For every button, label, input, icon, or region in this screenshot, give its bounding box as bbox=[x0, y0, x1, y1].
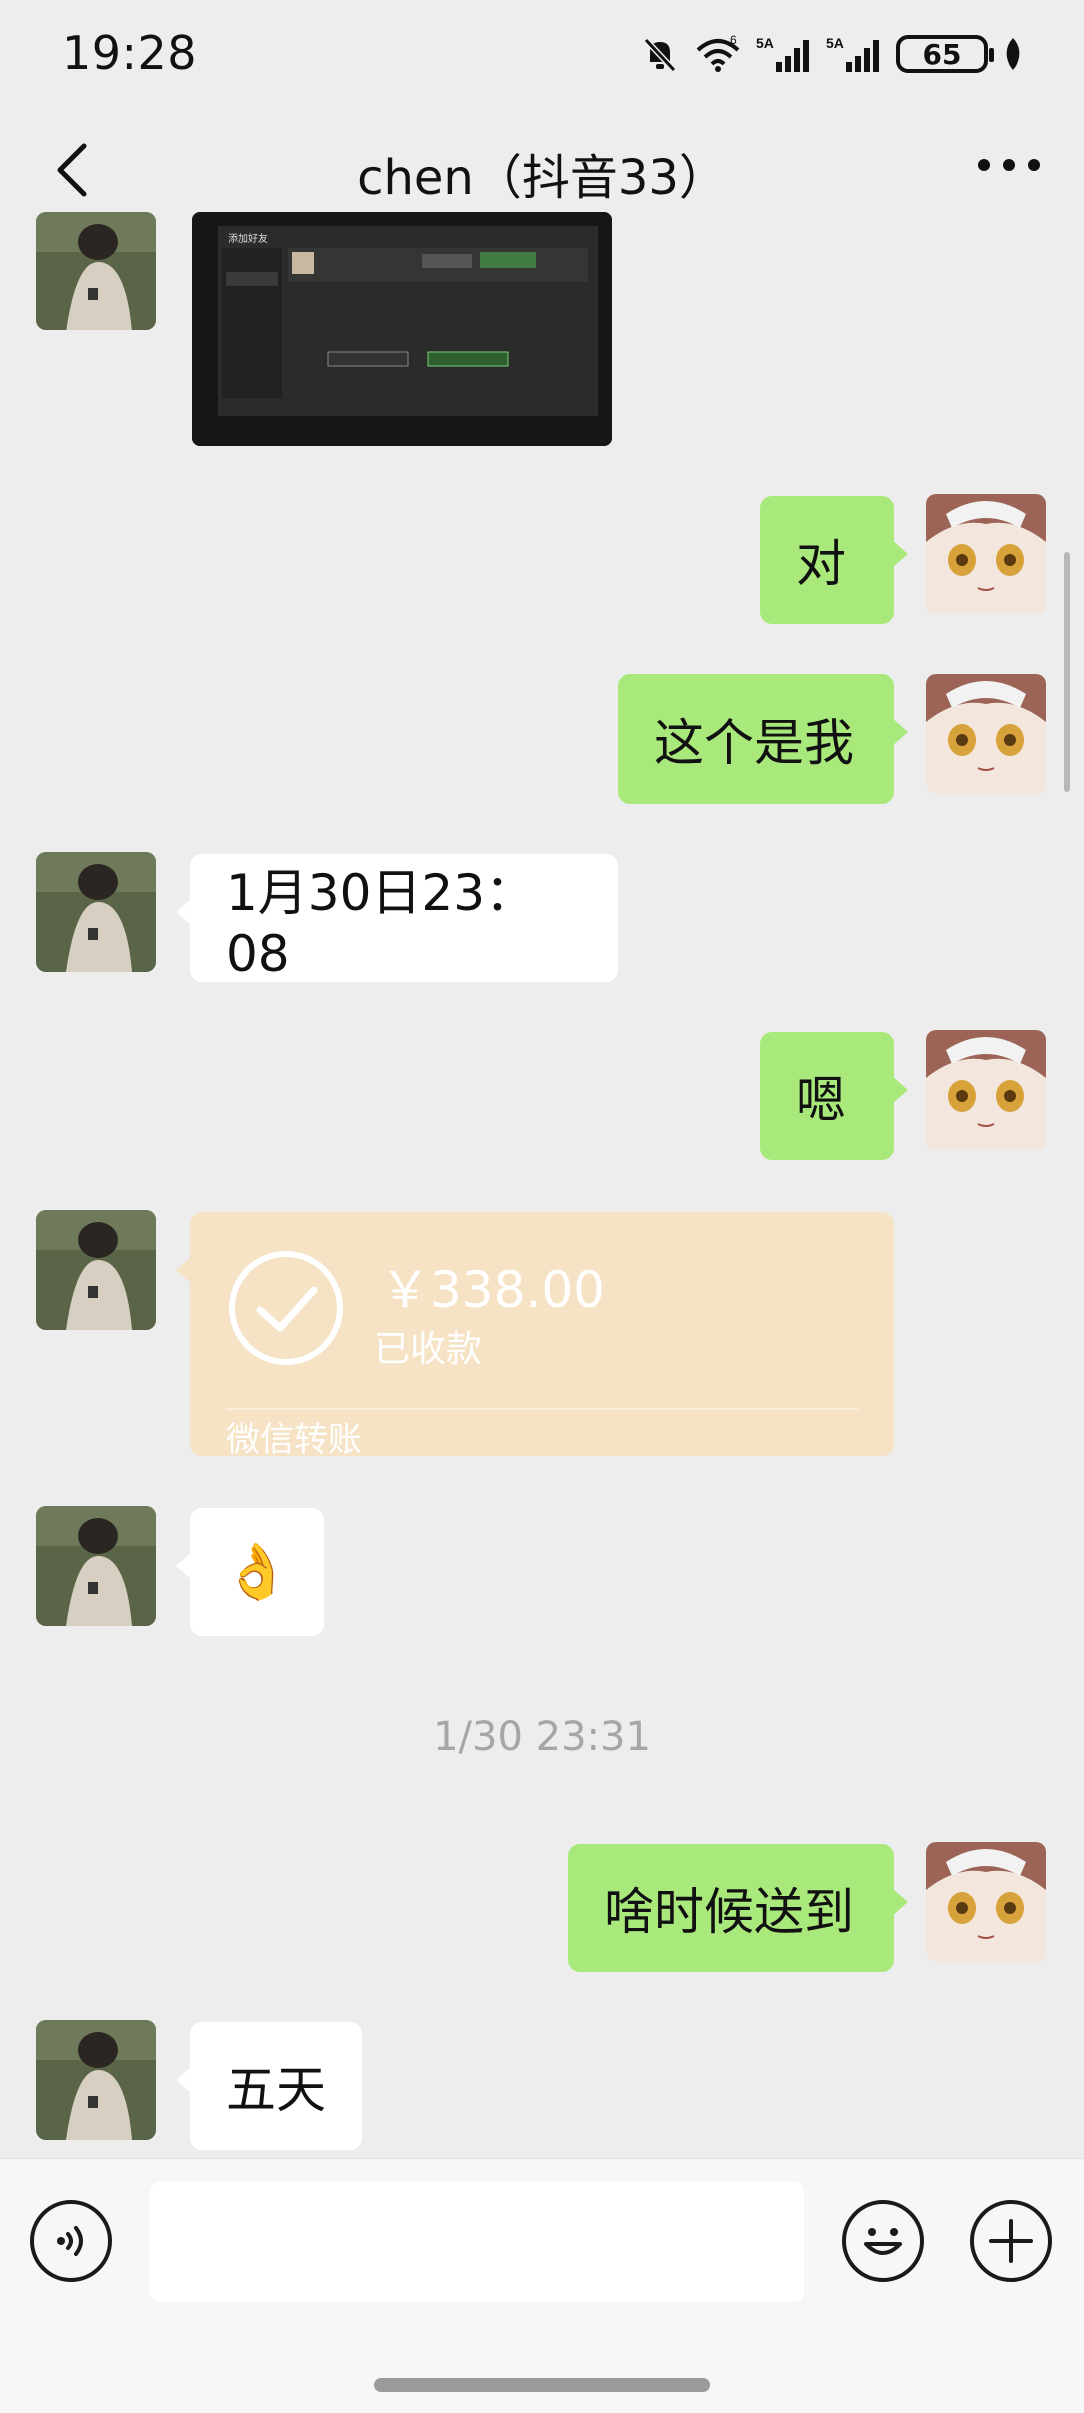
signal-5a-icon: 5A bbox=[756, 35, 809, 72]
transfer-divider bbox=[226, 1408, 858, 1410]
leaf-icon bbox=[1006, 38, 1020, 70]
message-input[interactable] bbox=[150, 2182, 804, 2302]
received-message-bubble[interactable]: 1月30日23：08 bbox=[176, 854, 618, 983]
status-icons: 6 5A 5A 65 bbox=[640, 30, 1024, 78]
battery-icon: 65 bbox=[896, 35, 994, 73]
signal-5a-icon: 5A bbox=[826, 35, 879, 72]
plus-button[interactable] bbox=[970, 2200, 1052, 2282]
chat-scrollbar[interactable] bbox=[1064, 552, 1070, 792]
image-message[interactable]: 添加好友 bbox=[192, 212, 612, 446]
my-avatar[interactable] bbox=[926, 674, 1046, 794]
my-avatar[interactable] bbox=[926, 1842, 1046, 1962]
more-dots-icon[interactable] bbox=[974, 150, 1044, 180]
message-text: 啥时候送到 bbox=[604, 1883, 854, 1941]
voice-icon bbox=[57, 2226, 83, 2256]
check-circle-icon bbox=[229, 1251, 343, 1365]
voice-button[interactable] bbox=[30, 2200, 112, 2282]
my-avatar[interactable] bbox=[926, 1030, 1046, 1150]
ok-hand-emoji: 👌 bbox=[223, 1540, 291, 1603]
message-text: 五天 bbox=[226, 2061, 326, 2119]
my-avatar[interactable] bbox=[926, 494, 1046, 614]
contact-avatar[interactable] bbox=[36, 1506, 156, 1626]
svg-text:5A: 5A bbox=[826, 35, 844, 51]
home-indicator[interactable] bbox=[374, 2378, 710, 2392]
sent-message-bubble[interactable]: 对 bbox=[760, 496, 908, 624]
transfer-footer: 微信转账 bbox=[226, 1420, 362, 1460]
svg-text:5A: 5A bbox=[756, 35, 774, 51]
contact-avatar[interactable] bbox=[36, 2020, 156, 2140]
sent-message-bubble[interactable]: 嗯 bbox=[760, 1032, 908, 1160]
received-message-bubble[interactable]: 五天 bbox=[176, 2022, 362, 2150]
contact-avatar[interactable] bbox=[36, 1210, 156, 1330]
emoji-button[interactable] bbox=[842, 2200, 924, 2282]
sent-message-bubble[interactable]: 啥时候送到 bbox=[568, 1844, 908, 1972]
sent-message-bubble[interactable]: 这个是我 bbox=[618, 674, 908, 804]
received-message-bubble[interactable]: 👌 bbox=[176, 1508, 324, 1636]
transfer-amount: ￥338.00 bbox=[380, 1261, 605, 1319]
emoji-icon bbox=[864, 2228, 902, 2255]
message-text: 1月30日23：08 bbox=[226, 864, 536, 983]
wifi-icon: 6 bbox=[696, 34, 740, 72]
chat-title: chen（抖音33） bbox=[357, 150, 727, 206]
plus-icon bbox=[989, 2219, 1033, 2263]
contact-avatar[interactable] bbox=[36, 212, 156, 330]
svg-text:6: 6 bbox=[730, 34, 737, 47]
battery-level: 65 bbox=[922, 37, 962, 71]
transfer-card[interactable]: ￥338.00 已收款 微信转账 bbox=[176, 1212, 894, 1460]
image-heading: 添加好友 bbox=[228, 232, 268, 245]
message-text: 这个是我 bbox=[654, 714, 854, 772]
contact-avatar[interactable] bbox=[36, 852, 156, 972]
mute-bell-icon bbox=[643, 37, 677, 73]
status-time: 19:28 bbox=[62, 26, 198, 80]
message-text: 嗯 bbox=[796, 1071, 846, 1129]
chat-timestamp: 1/30 23:31 bbox=[433, 1714, 651, 1760]
message-text: 对 bbox=[796, 535, 846, 593]
transfer-status: 已收款 bbox=[374, 1329, 483, 1370]
